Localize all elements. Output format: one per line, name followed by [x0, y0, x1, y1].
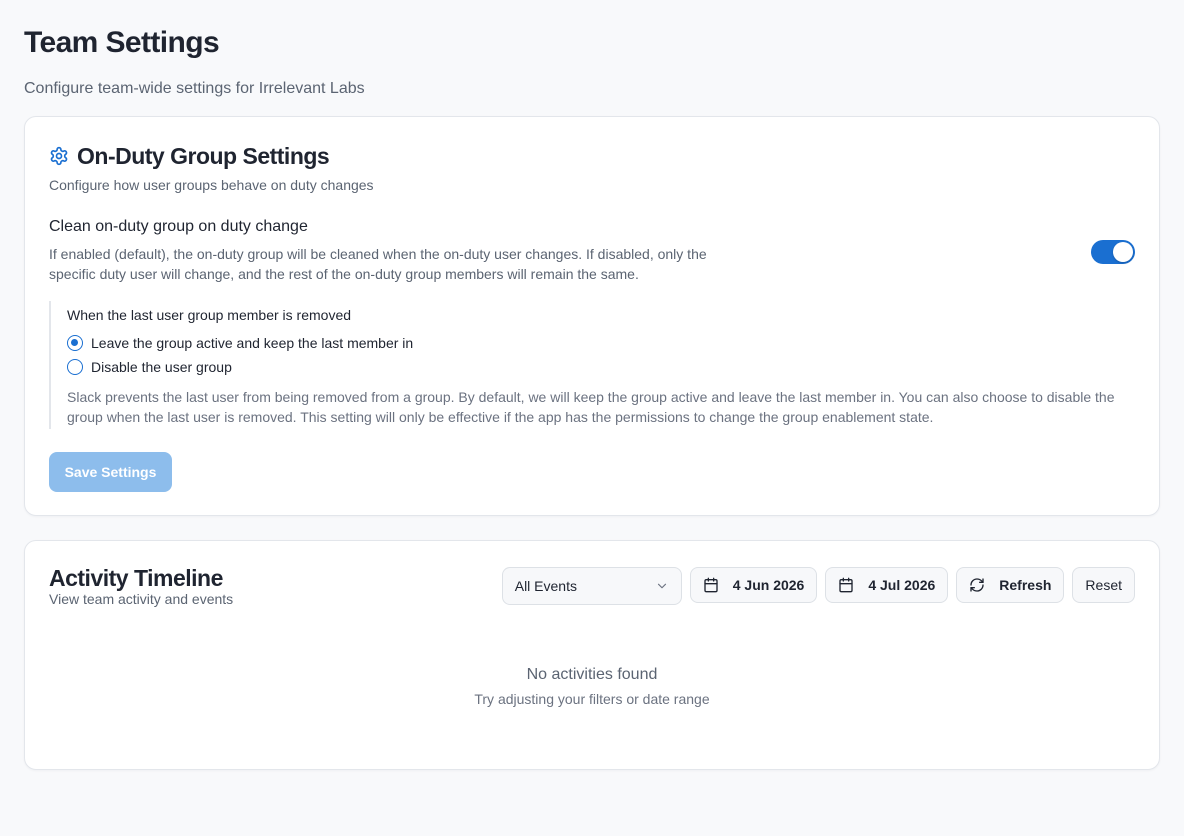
refresh-button[interactable]: Refresh — [956, 567, 1065, 603]
calendar-icon — [703, 577, 719, 593]
empty-state-title: No activities found — [526, 666, 658, 683]
page-title: Team Settings — [24, 26, 220, 59]
gear-icon — [49, 146, 69, 166]
end-date-label: 4 Jul 2026 — [868, 577, 936, 593]
page-subtitle: Configure team-wide settings for Irrelev… — [24, 80, 365, 97]
event-type-select[interactable]: All Events — [501, 567, 682, 605]
start-date-button[interactable]: 4 Jun 2026 — [689, 567, 818, 603]
radio-label[interactable]: Leave the group active and keep the last… — [91, 335, 413, 351]
subsection-title: When the last user group member is remov… — [67, 307, 352, 323]
activity-heading: Activity Timeline View team activity and… — [49, 565, 233, 607]
activity-header: Activity Timeline View team activity and… — [49, 565, 1135, 607]
activity-subtitle: View team activity and events — [49, 591, 234, 607]
setting-help: If enabled (default), the on-duty group … — [49, 246, 707, 282]
activity-timeline-card: Activity Timeline View team activity and… — [24, 540, 1160, 770]
chevron-down-icon — [655, 579, 669, 593]
radio-option-keep-active[interactable]: Leave the group active and keep the last… — [67, 335, 1135, 351]
reset-button[interactable]: Reset — [1072, 567, 1135, 603]
card-header: On-Duty Group Settings — [49, 143, 1135, 169]
select-value: All Events — [514, 578, 577, 594]
toggle-knob — [1113, 242, 1133, 262]
start-date-label: 4 Jun 2026 — [732, 577, 805, 593]
activity-title: Activity Timeline — [49, 565, 223, 591]
refresh-icon — [969, 577, 985, 593]
last-member-section: When the last user group member is remov… — [49, 301, 1135, 429]
clean-group-toggle[interactable] — [1091, 240, 1135, 264]
team-settings-page: Team Settings Configure team-wide settin… — [0, 0, 1184, 770]
clean-group-setting: Clean on-duty group on duty change If en… — [49, 216, 1135, 284]
refresh-label: Refresh — [999, 577, 1052, 593]
radio-button-checked[interactable] — [67, 335, 83, 351]
save-settings-button[interactable]: Save Settings — [49, 452, 172, 492]
radio-option-disable-group[interactable]: Disable the user group — [67, 359, 1135, 375]
radio-label[interactable]: Disable the user group — [91, 359, 232, 375]
radio-button[interactable] — [67, 359, 83, 375]
on-duty-settings-card: On-Duty Group Settings Configure how use… — [24, 116, 1160, 516]
empty-state-subtitle: Try adjusting your filters or date range — [474, 691, 710, 707]
setting-title: Clean on-duty group on duty change — [49, 218, 308, 235]
card-description: Configure how user groups behave on duty… — [49, 177, 374, 193]
card-title: On-Duty Group Settings — [77, 142, 330, 169]
end-date-button[interactable]: 4 Jul 2026 — [825, 567, 949, 603]
subsection-help: Slack prevents the last user from being … — [67, 389, 1115, 425]
activity-filters: All Events 4 Jun 2026 4 Jul 2026 Refresh… — [501, 567, 1135, 607]
empty-state: No activities found Try adjusting your f… — [49, 665, 1135, 707]
calendar-icon — [838, 577, 854, 593]
setting-text: Clean on-duty group on duty change If en… — [49, 216, 729, 284]
